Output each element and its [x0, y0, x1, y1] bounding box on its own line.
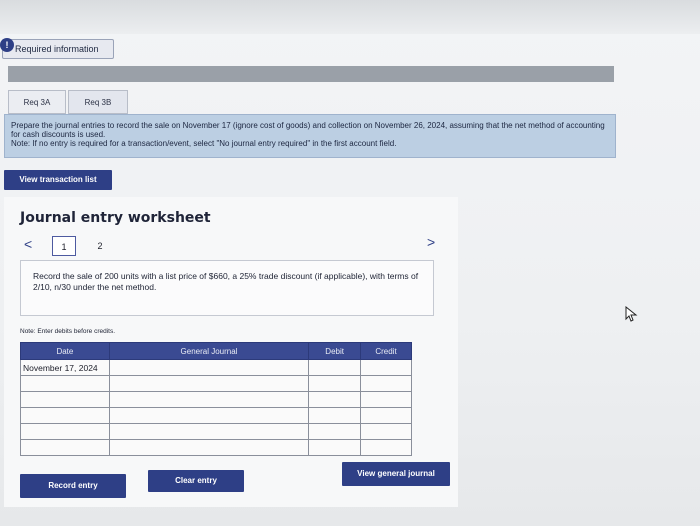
general-journal-header: General Journal: [108, 342, 310, 360]
date-cell[interactable]: [20, 423, 110, 440]
record-description-box: Record the sale of 200 units with a list…: [20, 260, 434, 316]
account-cell[interactable]: [108, 407, 310, 424]
record-entry-button[interactable]: Record entry: [20, 474, 126, 498]
table-row: [20, 407, 412, 424]
table-row: [20, 423, 412, 440]
account-cell[interactable]: [108, 391, 310, 408]
credit-cell[interactable]: [360, 439, 412, 456]
debit-header: Debit: [308, 342, 362, 360]
debit-cell[interactable]: [308, 391, 362, 408]
page-button-1[interactable]: 1: [52, 236, 76, 256]
debits-credits-note: Note: Enter debits before credits.: [20, 328, 116, 335]
debit-cell[interactable]: [308, 407, 362, 424]
table-header-row: Date General Journal Debit Credit: [20, 342, 412, 360]
record-description: Record the sale of 200 units with a list…: [33, 271, 419, 292]
view-transaction-list-button[interactable]: View transaction list: [4, 170, 112, 190]
required-information-banner: Required information: [2, 39, 114, 59]
top-shade: [0, 0, 700, 34]
table-row: November 17, 2024: [20, 359, 412, 376]
credit-cell[interactable]: [360, 375, 412, 392]
debit-cell[interactable]: [308, 375, 362, 392]
date-cell[interactable]: [20, 439, 110, 456]
table-row: [20, 391, 412, 408]
credit-cell[interactable]: [360, 407, 412, 424]
date-header: Date: [20, 342, 110, 360]
debit-cell[interactable]: [308, 439, 362, 456]
info-badge-icon: !: [0, 38, 14, 52]
view-general-journal-button[interactable]: View general journal: [342, 462, 450, 486]
date-cell[interactable]: [20, 391, 110, 408]
account-cell[interactable]: [108, 423, 310, 440]
tab-req-3b[interactable]: Req 3B: [68, 90, 128, 114]
credit-cell[interactable]: [360, 391, 412, 408]
credit-cell[interactable]: [360, 423, 412, 440]
account-cell[interactable]: [108, 439, 310, 456]
credit-cell[interactable]: [360, 359, 412, 376]
prev-page-icon[interactable]: <: [24, 236, 32, 252]
date-cell[interactable]: [20, 407, 110, 424]
worksheet-title: Journal entry worksheet: [20, 210, 211, 226]
clear-entry-button[interactable]: Clear entry: [148, 470, 244, 492]
date-cell[interactable]: [20, 375, 110, 392]
account-cell[interactable]: [108, 359, 310, 376]
header-bar: [8, 66, 614, 82]
table-row: [20, 375, 412, 392]
required-information-label: Required information: [15, 44, 99, 54]
journal-table: Date General Journal Debit Credit Novemb…: [20, 342, 412, 456]
account-cell[interactable]: [108, 375, 310, 392]
page-button-2[interactable]: 2: [88, 236, 112, 256]
next-page-icon[interactable]: >: [427, 234, 435, 250]
tab-req-3a[interactable]: Req 3A: [8, 90, 66, 114]
credit-header: Credit: [360, 342, 412, 360]
instruction-note: Note: If no entry is required for a tran…: [11, 139, 397, 148]
mouse-cursor-icon: [625, 306, 638, 322]
instruction-box: Prepare the journal entries to record th…: [4, 114, 616, 158]
table-row: [20, 439, 412, 456]
debit-cell[interactable]: [308, 423, 362, 440]
date-cell[interactable]: November 17, 2024: [20, 359, 110, 376]
instruction-text: Prepare the journal entries to record th…: [11, 121, 605, 139]
debit-cell[interactable]: [308, 359, 362, 376]
